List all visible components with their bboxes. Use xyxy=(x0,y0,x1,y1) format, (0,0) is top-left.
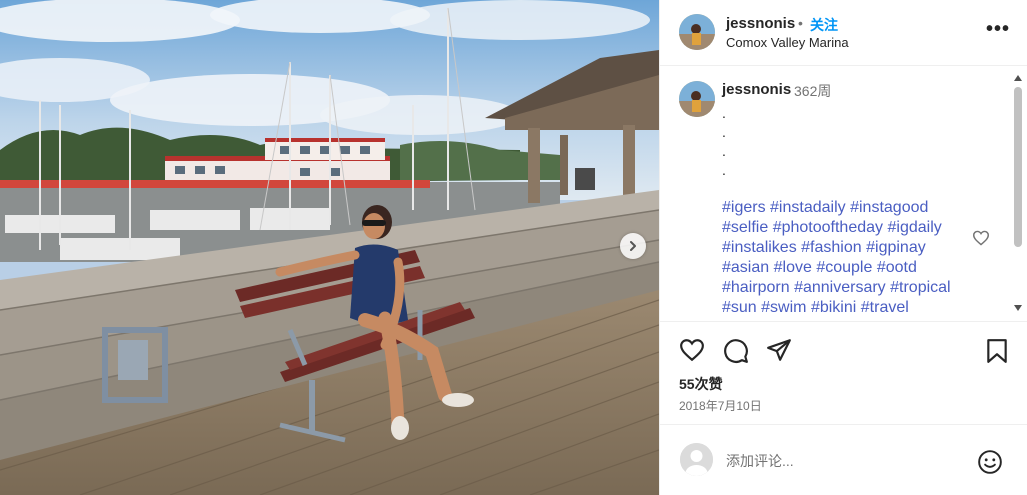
hashtag-line: #sun #swim #bikini #travel xyxy=(722,298,972,318)
likes-count[interactable]: 55次赞 xyxy=(679,374,723,394)
hashtag-link[interactable]: #instagood xyxy=(850,199,928,216)
hashtag-link[interactable]: #igdaily xyxy=(887,219,941,236)
separator-dot: • xyxy=(798,15,803,31)
caption-dot-line: . xyxy=(722,143,726,159)
next-photo-button[interactable] xyxy=(620,233,646,259)
follow-button[interactable]: 关注 xyxy=(810,15,838,35)
more-options-icon[interactable]: ••• xyxy=(986,18,1010,41)
comment-icon xyxy=(724,339,748,363)
hashtag-line: #asian #love #couple #ootd xyxy=(722,258,972,278)
hashtag-link[interactable]: #bikini xyxy=(811,299,856,316)
emoji-button[interactable] xyxy=(977,449,1003,480)
bookmark-icon xyxy=(987,339,1007,363)
caption-username[interactable]: jessnonis xyxy=(722,81,791,98)
post-header: jessnonis • 关注 Comox Valley Marina ••• xyxy=(660,0,1027,66)
heart-icon xyxy=(680,339,704,362)
hashtag-link[interactable]: #asian xyxy=(722,259,769,276)
share-icon xyxy=(767,339,791,361)
comment-bar xyxy=(660,426,1027,495)
avatar[interactable] xyxy=(679,14,715,50)
share-button[interactable] xyxy=(766,338,792,367)
caption-area: jessnonis 362周 . . . . #igers #instadail… xyxy=(660,67,1027,320)
emoji-icon xyxy=(978,450,1002,474)
hashtag-link[interactable]: #selfie xyxy=(722,219,768,236)
hashtag-line: #instalikes #fashion #igpinay xyxy=(722,238,972,258)
like-button[interactable] xyxy=(679,338,705,367)
location-link[interactable]: Comox Valley Marina xyxy=(726,35,849,50)
hashtag-link[interactable]: #couple xyxy=(816,259,872,276)
avatar-image xyxy=(679,14,715,50)
hashtag-link[interactable]: #photooftheday xyxy=(773,219,883,236)
hashtag-link[interactable]: #instadaily xyxy=(770,199,846,216)
hashtag-line: #selfie #photooftheday #igdaily xyxy=(722,218,972,238)
caption-dots: . . . . xyxy=(722,104,726,180)
heart-icon xyxy=(972,230,990,246)
hashtag-line: #hairporn #anniversary #tropical xyxy=(722,278,972,298)
hashtag-link[interactable]: #instalikes xyxy=(722,239,797,256)
post-date: 2018年7月10日 xyxy=(679,399,762,413)
hashtag-link[interactable]: #anniversary xyxy=(794,279,886,296)
caption-dot-line: . xyxy=(722,162,726,178)
hashtag-link[interactable]: #fashion xyxy=(801,239,862,256)
hashtag-link[interactable]: #love xyxy=(774,259,812,276)
action-bar: 55次赞 2018年7月10日 xyxy=(660,321,1027,425)
hashtag-link[interactable]: #sun xyxy=(722,299,757,316)
viewer-avatar xyxy=(680,443,713,476)
post-photo xyxy=(0,0,659,495)
comment-button[interactable] xyxy=(723,338,749,369)
hashtag-list: #igers #instadaily #instagood #selfie #p… xyxy=(722,198,972,318)
avatar-image xyxy=(679,81,715,117)
hashtag-link[interactable]: #hairporn xyxy=(722,279,790,296)
scroll-up-icon[interactable] xyxy=(1014,75,1022,81)
caption-like-button[interactable] xyxy=(972,230,990,251)
hashtag-link[interactable]: #igers xyxy=(722,199,766,216)
hashtag-link[interactable]: #swim xyxy=(761,299,806,316)
caption-avatar[interactable] xyxy=(679,81,715,117)
caption-dot-line: . xyxy=(722,105,726,121)
marina-photo xyxy=(0,0,659,495)
user-placeholder-icon xyxy=(680,443,713,476)
caption-dot-line: . xyxy=(722,124,726,140)
hashtag-line: #igers #instadaily #instagood xyxy=(722,198,972,218)
hashtag-link[interactable]: #tropical xyxy=(890,279,950,296)
hashtag-link[interactable]: #igpinay xyxy=(866,239,926,256)
post-side-panel: jessnonis • 关注 Comox Valley Marina ••• j… xyxy=(659,0,1027,495)
comment-input[interactable] xyxy=(726,450,966,472)
hashtag-link[interactable]: #travel xyxy=(861,299,909,316)
chevron-right-icon xyxy=(630,241,636,251)
scroll-down-icon[interactable] xyxy=(1014,305,1022,311)
username-link[interactable]: jessnonis xyxy=(726,15,795,32)
scrollbar-thumb[interactable] xyxy=(1014,87,1022,247)
caption-scrollbar[interactable] xyxy=(1012,75,1024,315)
caption-time: 362周 xyxy=(794,83,832,99)
save-button[interactable] xyxy=(986,338,1008,369)
hashtag-link[interactable]: #ootd xyxy=(877,259,917,276)
